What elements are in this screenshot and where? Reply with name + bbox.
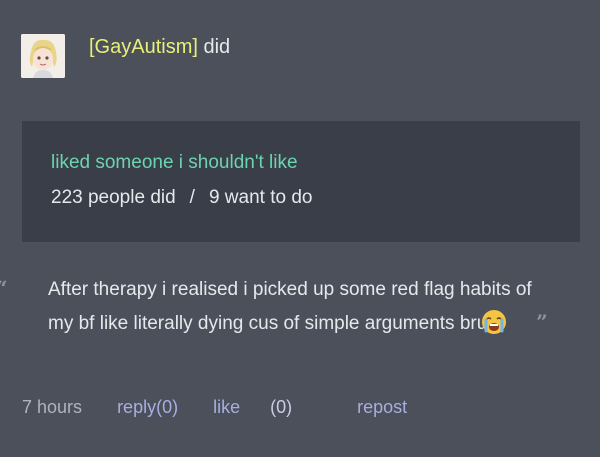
post-text-block: “After therapy i realised i picked up so… — [0, 272, 562, 340]
activity-title[interactable]: liked someone i shouldn't like — [51, 151, 298, 175]
want-to-do-count: 9 want to do — [208, 187, 313, 208]
post-footer: 7 hours reply(0) like (0) repost — [22, 395, 437, 419]
post-text: After therapy i realised i picked up som… — [48, 279, 532, 334]
post-body: “After therapy i realised i picked up so… — [0, 272, 562, 340]
like-label: like — [213, 397, 241, 417]
like-link[interactable]: like (0) — [213, 395, 322, 419]
repost-link[interactable]: repost — [357, 395, 407, 419]
activity-card[interactable]: liked someone i shouldn't like 223 peopl… — [22, 121, 580, 242]
stats-separator: / — [189, 187, 195, 208]
activity-header: [GayAutism] did — [89, 34, 230, 60]
avatar-image-icon — [21, 34, 65, 78]
close-quote-icon: ” — [536, 310, 548, 334]
activity-stats: 223 people did / 9 want to do — [51, 186, 312, 210]
like-count: (0) — [270, 397, 293, 417]
post-timestamp: 7 hours — [22, 397, 83, 417]
username-link[interactable]: [GayAutism] — [89, 36, 198, 58]
crying-face-icon — [482, 309, 533, 335]
people-did-count: 223 people did — [51, 187, 176, 208]
open-quote-icon: “ — [0, 272, 48, 304]
reply-link[interactable]: reply(0) — [117, 395, 178, 419]
activity-verb: did — [203, 36, 231, 58]
avatar[interactable] — [21, 34, 65, 78]
